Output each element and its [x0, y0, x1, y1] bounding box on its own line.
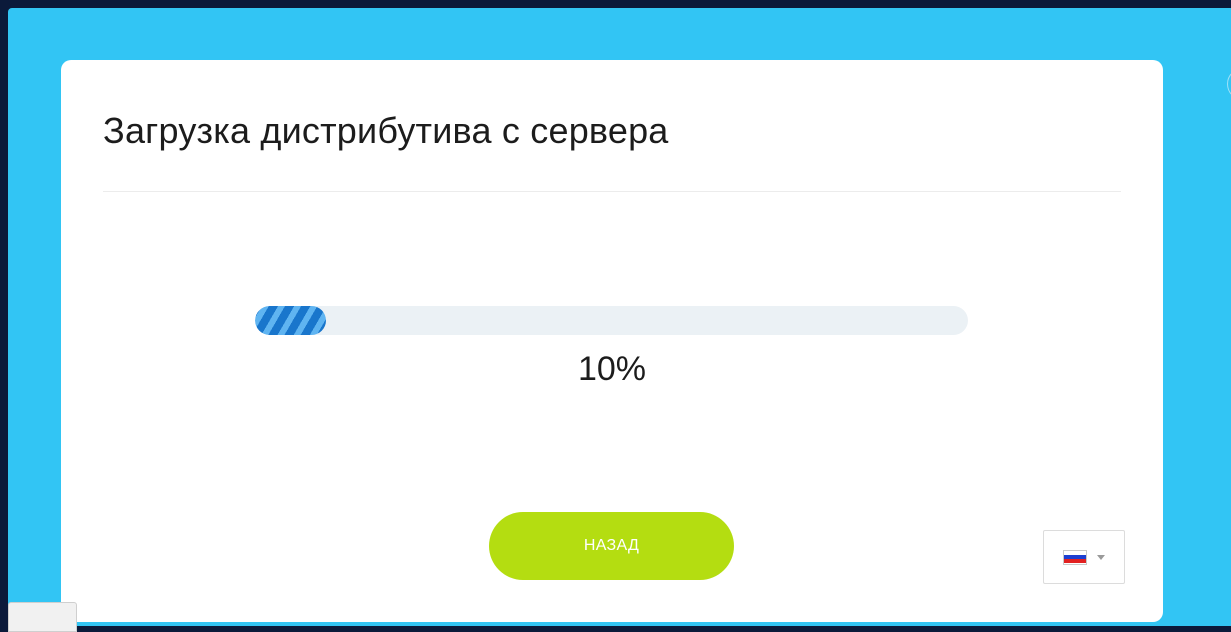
progress-percent-label: 10% — [577, 350, 647, 388]
back-button[interactable]: НАЗАД — [489, 512, 734, 580]
flag-stripe-bottom — [1064, 559, 1086, 564]
installer-card: Загрузка дистрибутива с сервера 10% НАЗА… — [61, 60, 1163, 622]
download-progress-bar — [255, 306, 968, 335]
chevron-down-icon — [1097, 554, 1105, 560]
screen-frame: Загрузка дистрибутива с сервера 10% НАЗА… — [0, 0, 1231, 632]
download-progress-fill — [255, 306, 327, 335]
page-title: Загрузка дистрибутива с сервера — [103, 110, 669, 151]
russia-flag-icon — [1063, 549, 1087, 565]
info-circle-icon[interactable] — [1227, 68, 1231, 100]
title-divider — [103, 191, 1121, 192]
side-panel-tab[interactable] — [8, 602, 77, 632]
language-select[interactable] — [1043, 530, 1125, 584]
